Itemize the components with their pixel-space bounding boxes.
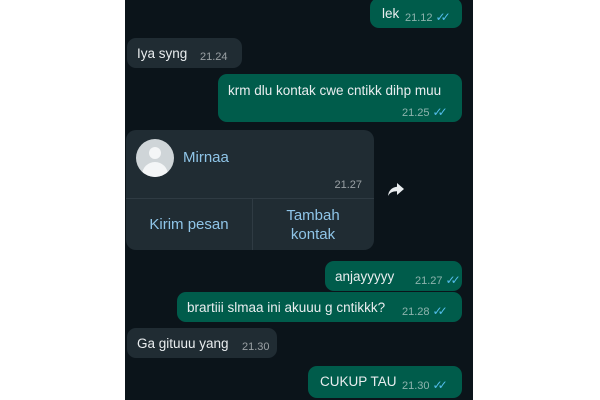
message-time: 21.25 — [402, 107, 430, 119]
forward-icon[interactable] — [387, 182, 405, 198]
send-message-button[interactable]: Kirim pesan — [126, 199, 252, 250]
message-text: Iya syng — [137, 46, 188, 61]
contact-name[interactable]: Mirnaa — [183, 149, 229, 166]
message-time: 21.28 — [402, 306, 430, 318]
incoming-message[interactable]: Iya syng 21.24 — [127, 38, 242, 68]
outgoing-message[interactable]: CUKUP TAU 21.30 ✓✓ — [308, 366, 462, 398]
message-time: 21.27 — [415, 275, 443, 287]
message-meta: 21.12 ✓✓ — [405, 9, 451, 27]
contact-card[interactable]: Mirnaa 21.27 Kirim pesan Tambah kontak — [126, 130, 374, 250]
outgoing-message[interactable]: anjayyyyy 21.27 ✓✓ — [325, 261, 462, 291]
double-check-icon: ✓✓ — [432, 378, 448, 392]
message-text: anjayyyyy — [335, 269, 395, 284]
add-contact-button[interactable]: Tambah kontak — [273, 199, 353, 250]
message-meta: 21.28 ✓✓ — [402, 303, 448, 321]
double-check-icon: ✓✓ — [435, 10, 451, 24]
default-avatar-icon — [136, 139, 174, 177]
double-check-icon: ✓✓ — [432, 304, 448, 318]
message-text: krm dlu kontak cwe cntikk dihp muu — [228, 83, 442, 98]
message-text: Ga gituuu yang — [137, 336, 229, 351]
double-check-icon: ✓✓ — [445, 273, 461, 287]
message-time: 21.30 — [402, 380, 430, 392]
message-time: 21.30 — [242, 341, 270, 353]
outgoing-message[interactable]: brartiii slmaa ini akuuu g cntikkk? 21.2… — [177, 292, 462, 322]
divider — [252, 199, 253, 250]
double-check-icon: ✓✓ — [432, 105, 448, 119]
message-text: CUKUP TAU — [320, 374, 397, 389]
message-text: lek — [382, 6, 400, 21]
message-meta: 21.30 ✓✓ — [402, 377, 448, 395]
outgoing-message[interactable]: krm dlu kontak cwe cntikk dihp muu 21.25… — [218, 74, 462, 122]
message-time: 21.24 — [200, 51, 228, 63]
message-time: 21.27 — [334, 179, 362, 191]
incoming-message[interactable]: Ga gituuu yang 21.30 — [127, 328, 277, 358]
message-time: 21.12 — [405, 12, 433, 24]
message-text: brartiii slmaa ini akuuu g cntikkk? — [187, 300, 386, 315]
chat-area[interactable]: lek 21.12 ✓✓ Iya syng 21.24 krm dlu konta… — [125, 0, 473, 400]
message-meta: 21.25 ✓✓ — [402, 104, 448, 122]
message-meta: 21.27 ✓✓ — [415, 272, 461, 290]
outgoing-message[interactable]: lek 21.12 ✓✓ — [370, 0, 462, 28]
